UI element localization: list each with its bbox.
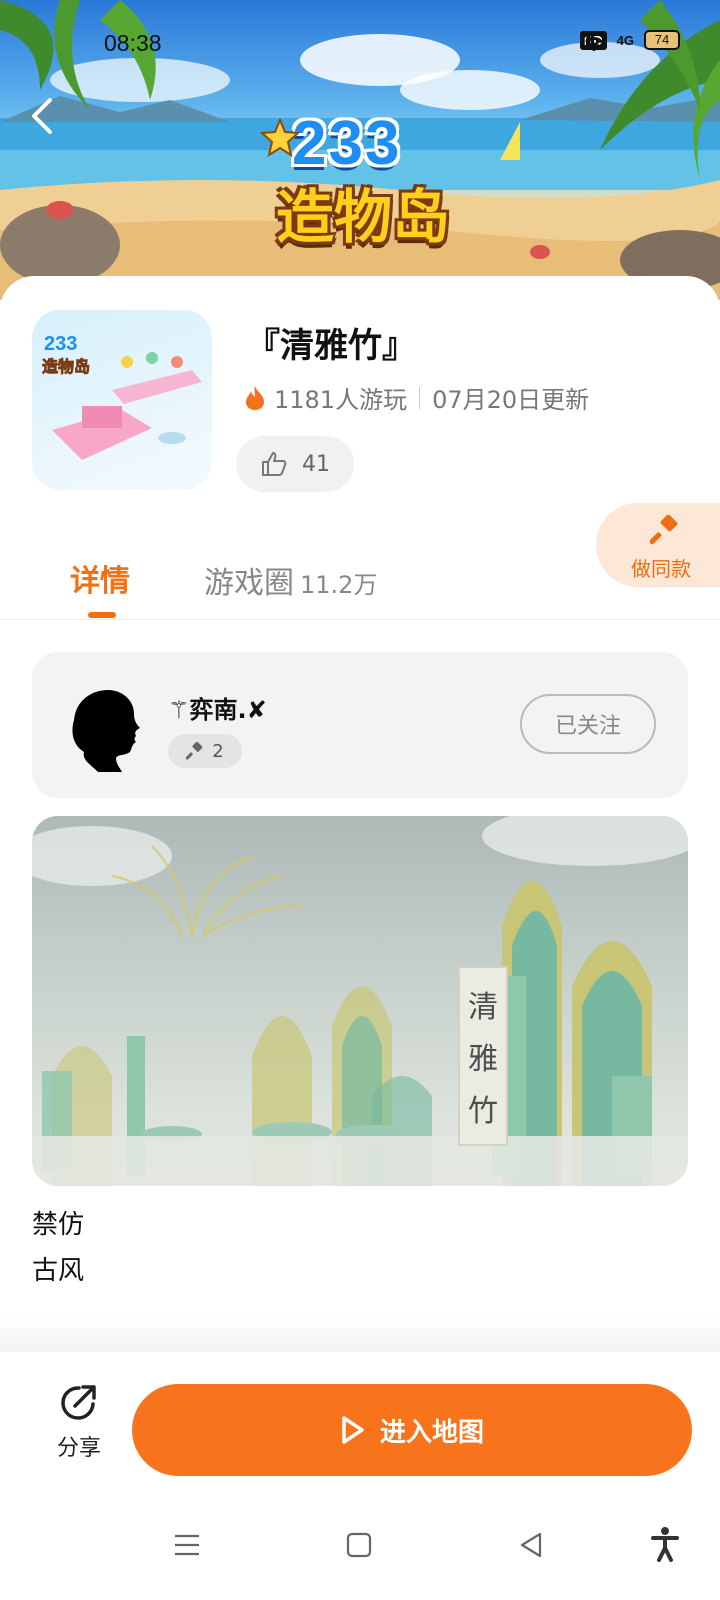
scroll-char: 雅 xyxy=(468,1042,498,1077)
like-button[interactable]: 41 xyxy=(236,436,354,492)
update-date: 07月20日更新 xyxy=(432,386,590,414)
share-label: 分享 xyxy=(56,1436,101,1461)
silhouette-avatar-icon xyxy=(72,690,140,772)
follow-button[interactable]: 已关注 xyxy=(520,694,656,754)
network-badge: 4G xyxy=(616,32,634,48)
signal-icon xyxy=(580,34,594,47)
play-icon xyxy=(342,1416,364,1444)
tab-game-circle-label: 游戏圈 xyxy=(204,566,294,601)
system-nav-bar xyxy=(0,1500,720,1600)
hammer-icon xyxy=(186,742,203,760)
thumbs-up-icon xyxy=(262,452,287,476)
map-stats: 1181人游玩 07月20日更新 xyxy=(244,380,589,415)
share-button[interactable]: 分享 xyxy=(44,1382,114,1462)
map-tags: 禁仿 古风 xyxy=(32,1202,84,1294)
back-button[interactable] xyxy=(24,94,64,142)
back-triangle-icon[interactable] xyxy=(516,1530,546,1560)
menu-icon[interactable] xyxy=(172,1530,202,1560)
logo-text: 造物岛 xyxy=(276,183,451,251)
star-icon xyxy=(260,118,300,158)
stat-divider xyxy=(419,386,421,409)
map-thumbnail: 233 造物岛 xyxy=(32,310,212,490)
enter-map-button[interactable]: 进入地图 xyxy=(132,1384,692,1476)
creator-works-count: 2 xyxy=(212,740,224,762)
map-thumbnail-illustration: 233 造物岛 xyxy=(42,333,202,460)
player-count: 1181人游玩 xyxy=(274,386,408,414)
home-square-icon[interactable] xyxy=(344,1530,374,1560)
enter-map-label: 进入地图 xyxy=(379,1416,484,1447)
flame-icon xyxy=(246,385,264,410)
avatar[interactable] xyxy=(60,674,160,774)
map-title: 『清雅竹』 xyxy=(246,326,416,366)
tab-game-circle[interactable]: 游戏圈 11.2万 xyxy=(204,558,377,602)
creator-card: ⚚弈南.✘ 2 已关注 xyxy=(32,652,688,798)
share-icon xyxy=(61,1385,96,1420)
tab-game-circle-count: 11.2万 xyxy=(300,571,378,599)
back-arrow-icon xyxy=(32,98,52,134)
like-count: 41 xyxy=(302,451,330,477)
status-time: 08:38 xyxy=(104,30,162,56)
scroll-char: 清 xyxy=(468,990,498,1025)
svg-text:造物岛: 造物岛 xyxy=(42,357,90,376)
tag-item: 古风 xyxy=(32,1256,85,1286)
hammer-icon xyxy=(650,515,678,545)
scroll-banner: 清 雅 竹 xyxy=(458,966,508,1146)
logo-number: 233 xyxy=(292,109,402,178)
status-bar: 08:38 HD 4G 74 xyxy=(0,0,720,90)
status-icons: HD 4G 74 xyxy=(579,30,680,51)
scroll-char: 竹 xyxy=(468,1094,498,1129)
tag-item: 禁仿 xyxy=(32,1210,85,1240)
header-banner: 08:38 HD 4G 74 233 造物岛 xyxy=(0,0,720,300)
tab-bar: 详情 游戏圈 11.2万 xyxy=(0,552,720,620)
map-preview-image[interactable]: 清 雅 竹 xyxy=(32,816,688,1186)
tab-active-indicator xyxy=(88,612,116,618)
creator-works-badge: 2 xyxy=(168,734,242,768)
battery-indicator: 74 xyxy=(644,30,680,50)
bottom-action-bar: 分享 进入地图 xyxy=(0,1352,720,1482)
creator-name[interactable]: ⚚弈南.✘ xyxy=(168,690,267,725)
accessibility-icon[interactable] xyxy=(650,1526,680,1562)
svg-text:233: 233 xyxy=(44,333,77,355)
bottom-divider xyxy=(0,1316,720,1352)
game-logo: 233 造物岛 xyxy=(260,108,452,256)
bamboo-scene-illustration xyxy=(32,816,688,1186)
tab-detail[interactable]: 详情 xyxy=(70,556,130,600)
